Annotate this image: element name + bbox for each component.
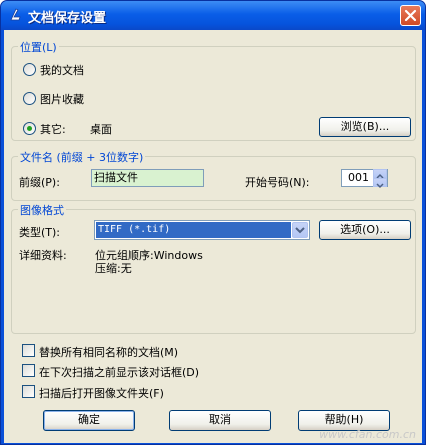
radio-my-pictures-label[interactable]: 图片收藏 (40, 91, 84, 107)
watermark: www.cfan.com.cn (319, 428, 416, 441)
window-title: 文档保存设置 (28, 11, 107, 26)
open-folder-checkbox[interactable] (22, 385, 35, 398)
browse-button[interactable]: 浏览(B)... (319, 117, 411, 137)
radio-other[interactable] (23, 122, 36, 135)
close-button[interactable] (400, 5, 421, 26)
prefix-input[interactable]: 扫描文件 (91, 169, 204, 187)
location-group-label: 位置(L) (18, 39, 59, 55)
filename-group: 文件名 (前缀 + 3位数字) 前缀(P): 扫描文件 开始号码(N): 001 (11, 149, 416, 201)
radio-my-documents-label[interactable]: 我的文档 (40, 62, 84, 78)
location-group: 位置(L) 我的文档 图片收藏 其它: 桌面 浏览(B)... (11, 39, 416, 141)
image-format-group-label: 图像格式 (18, 202, 66, 218)
type-select-dropdown-button[interactable] (292, 222, 308, 238)
show-dialog-checkbox[interactable] (22, 364, 35, 377)
details-label: 详细资料: (19, 249, 67, 262)
spin-up-button[interactable] (373, 169, 387, 179)
other-location-value: 桌面 (90, 123, 112, 136)
radio-my-documents[interactable] (23, 63, 36, 76)
image-format-group: 图像格式 类型(T): TIFF (*.tif) 选项(O)... 详细资料: … (11, 202, 416, 334)
chevron-down-icon (295, 227, 305, 234)
type-select[interactable]: TIFF (*.tif) (94, 220, 310, 240)
title-bar[interactable]: 文档保存设置 (1, 1, 425, 30)
close-icon (404, 9, 417, 22)
filename-group-label: 文件名 (前缀 + 3位数字) (18, 149, 146, 165)
open-folder-label[interactable]: 扫描后打开图像文件夹(F) (39, 385, 164, 401)
detail-compression: 压缩:无 (95, 262, 132, 275)
show-dialog-label[interactable]: 在下次扫描之前显示该对话框(D) (39, 364, 199, 380)
start-number-spinner[interactable] (373, 169, 387, 189)
type-label: 类型(T): (19, 226, 61, 239)
cancel-button[interactable]: 取消 (169, 410, 271, 431)
ok-button[interactable]: 确定 (43, 410, 135, 431)
scanner-app-icon (10, 8, 21, 21)
chevron-down-icon (376, 183, 384, 189)
start-number-label: 开始号码(N): (245, 176, 310, 189)
dialog-body: 位置(L) 我的文档 图片收藏 其它: 桌面 浏览(B)... 文件名 (前缀 … (4, 30, 422, 443)
prefix-label: 前缀(P): (19, 176, 60, 189)
options-button[interactable]: 选项(O)... (319, 220, 411, 240)
replace-same-name-checkbox[interactable] (22, 344, 35, 357)
radio-other-label[interactable]: 其它: (40, 121, 66, 137)
radio-my-pictures[interactable] (23, 92, 36, 105)
replace-same-name-label[interactable]: 替换所有相同名称的文档(M) (39, 344, 178, 360)
spin-down-button[interactable] (373, 178, 387, 189)
type-select-value: TIFF (*.tif) (96, 222, 291, 238)
dialog-window: 文档保存设置 位置(L) 我的文档 图片收藏 其它: 桌面 浏览(B)... 文… (0, 0, 426, 445)
